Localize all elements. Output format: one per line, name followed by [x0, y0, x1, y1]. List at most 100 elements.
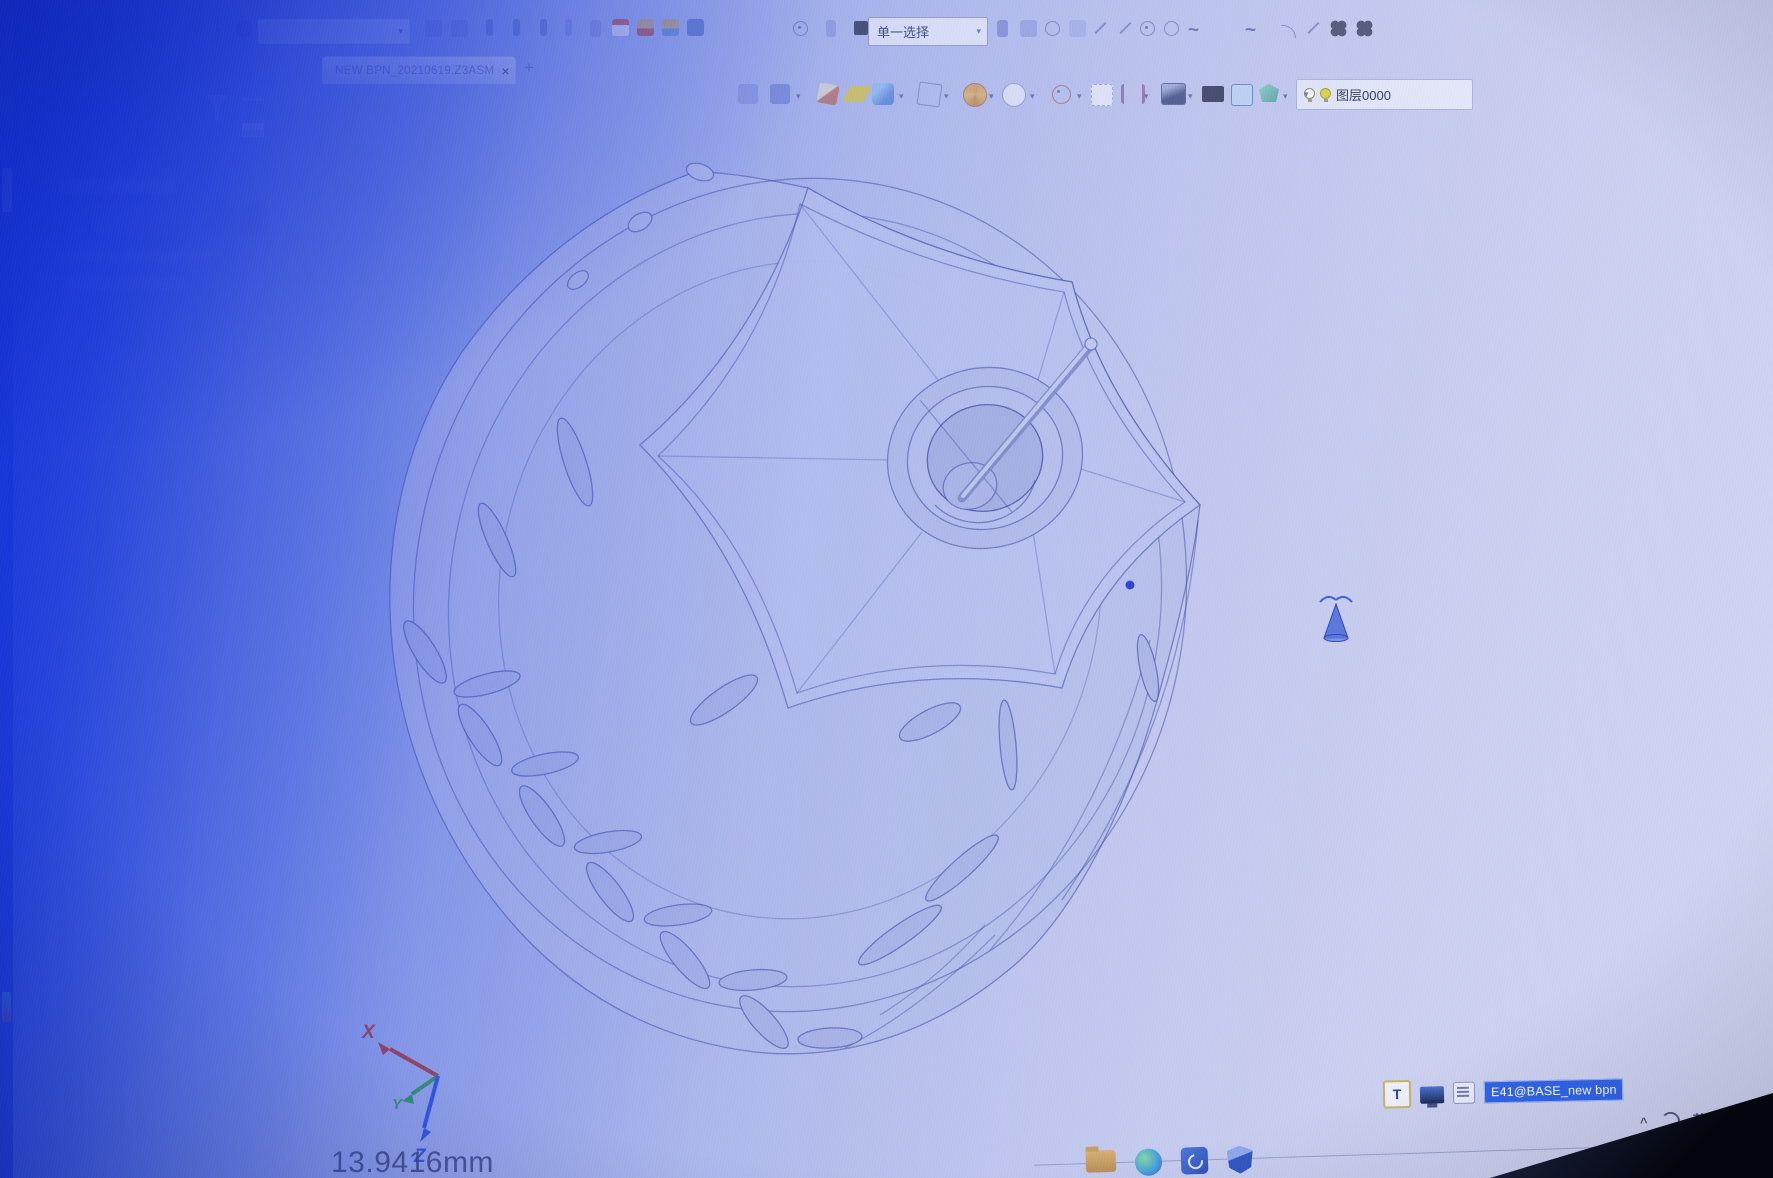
layer-combo[interactable]: 图层0000 ▾ [1296, 79, 1473, 110]
sketch-pencil-icon[interactable] [816, 82, 839, 105]
tree-row[interactable] [62, 250, 210, 263]
cube-caret-icon[interactable]: ▾ [899, 92, 904, 101]
arc-icon[interactable] [1280, 21, 1297, 38]
photo-glint [2, 992, 11, 1022]
monitor-display-icon[interactable] [1161, 83, 1186, 105]
blue-light-wash [0, 0, 1773, 1178]
dotted-rectangle-icon[interactable] [1091, 84, 1113, 106]
badge-19-icon[interactable] [687, 19, 704, 36]
list-view-icon[interactable] [242, 98, 264, 123]
vignette [0, 0, 1773, 1178]
template-combo[interactable]: ▾ [258, 19, 410, 44]
monitor-caret-icon[interactable]: ▾ [1188, 92, 1193, 101]
spline-2-icon[interactable]: ~ [1245, 26, 1256, 36]
selection-mode-combo[interactable]: 单一选择 ▾ [868, 17, 988, 46]
sync-red-dot-icon[interactable] [1660, 1111, 1680, 1131]
orient-cursor-icon[interactable] [770, 84, 790, 104]
tree-row[interactable] [62, 278, 188, 290]
shaded-sphere-orange-icon[interactable] [963, 83, 987, 107]
undo-view-icon[interactable] [738, 84, 758, 104]
printer-icon[interactable] [451, 20, 468, 37]
status-bar: T E41@BASE_new bpn [1383, 1075, 1623, 1108]
measure-readout: 13.9416mm [331, 1146, 494, 1178]
system-tray: ^ 英 [1640, 1108, 1763, 1131]
swatch-lightblue-icon[interactable] [1231, 84, 1253, 106]
pick-cursor-icon[interactable] [997, 20, 1008, 37]
history-clock-icon[interactable] [793, 21, 808, 36]
template-caret-icon: ▾ [398, 27, 403, 36]
line-icon[interactable] [1092, 20, 1109, 37]
selection-mode-value: 单一选择 [869, 22, 970, 41]
points-icon[interactable] [1069, 20, 1086, 37]
chamfer-flower-icon[interactable] [1356, 20, 1373, 37]
format-lines-icon[interactable] [425, 20, 442, 37]
polyline-icon[interactable] [1117, 20, 1134, 37]
sphere-caret-icon[interactable]: ▾ [989, 92, 994, 101]
pin-3-icon[interactable] [540, 19, 547, 36]
orient-caret-icon[interactable]: ▾ [796, 92, 801, 101]
pin-4-icon[interactable] [565, 19, 572, 36]
pin-1-icon[interactable] [486, 19, 493, 36]
monitor-icon[interactable] [1420, 1086, 1444, 1103]
app-logo-icon[interactable] [236, 20, 253, 37]
datum-plane-yellow-icon[interactable] [842, 86, 873, 102]
folder-red-icon[interactable] [637, 19, 654, 36]
silhouette-caret-icon[interactable]: ▾ [1030, 92, 1035, 101]
target-axis-icon[interactable] [1052, 85, 1071, 104]
lightbulb-on-icon[interactable] [1320, 88, 1331, 102]
isometric-caret-icon[interactable]: ▾ [1283, 92, 1288, 101]
layer-caret-icon[interactable]: ▾ [1304, 90, 1309, 99]
folder-blue-icon[interactable] [662, 19, 679, 36]
point-marker-dot [1126, 581, 1135, 590]
folder-icon[interactable] [1086, 1150, 1117, 1173]
document-tab-title: NEW BPN_20210619.Z3ASM [323, 65, 494, 77]
wireframe-caret-icon[interactable]: ▾ [944, 92, 949, 101]
silhouette-circle-icon[interactable] [1002, 83, 1026, 107]
isometric-teal-icon[interactable] [1259, 84, 1279, 102]
filter-funnel-icon[interactable] [205, 95, 229, 121]
spline-icon[interactable]: ~ [1188, 26, 1199, 36]
active-entity-field[interactable]: E41@BASE_new bpn [1484, 1078, 1623, 1103]
wireframe-cube-icon[interactable] [917, 82, 943, 108]
monitor-photo: X Y Z 13.9416mm ▾ ▾ 单一选择 ▾ [0, 0, 1773, 1178]
chevron-up-icon[interactable]: ^ [1640, 1114, 1648, 1129]
blue-swirl-app-icon[interactable] [1181, 1147, 1209, 1175]
triad-x-label: X [362, 1022, 375, 1044]
tab-close-icon[interactable]: × [494, 63, 516, 79]
target-caret-icon[interactable]: ▾ [1077, 92, 1082, 101]
snap-icon[interactable] [1020, 20, 1037, 37]
screen-moire-texture [0, 0, 1773, 1178]
text-tool-icon[interactable]: T [1383, 1080, 1412, 1109]
cursor-arrow-icon[interactable] [590, 20, 601, 37]
circle-center-icon[interactable] [1140, 21, 1155, 36]
align-caret-icon[interactable]: ▾ [1144, 92, 1149, 101]
cad-viewport-model [0, 0, 1773, 1178]
shield-app-icon[interactable] [1227, 1145, 1254, 1174]
globe-icon[interactable] [1719, 1111, 1735, 1127]
ime-language-icon[interactable]: 英 [1692, 1110, 1707, 1130]
solid-cube-blue-icon[interactable] [872, 83, 894, 105]
tree-row-selected[interactable] [92, 206, 264, 234]
align-bars-icon[interactable] [1121, 84, 1145, 104]
line-2-icon[interactable] [1305, 20, 1322, 37]
circle-icon[interactable] [1164, 21, 1179, 36]
pin-2-icon[interactable] [513, 19, 520, 36]
color-swatch-black-icon[interactable] [854, 21, 868, 35]
monitor-bezel-corner [1490, 1093, 1773, 1178]
list-lines-icon[interactable] [1453, 1082, 1475, 1104]
speaker-icon[interactable] [1748, 1110, 1762, 1126]
play-circle-icon[interactable] [1045, 21, 1060, 36]
knob-top-face [640, 188, 1200, 708]
quick-menu-caret-icon[interactable]: ▾ [216, 26, 221, 35]
tree-row[interactable] [58, 178, 176, 193]
shaft-pin [962, 338, 1097, 498]
round-app-icon[interactable] [1135, 1148, 1163, 1176]
taskbar-icons [1086, 1145, 1254, 1178]
new-tab-button[interactable]: + [524, 58, 534, 78]
document-red-icon[interactable] [612, 19, 629, 36]
document-tab[interactable]: NEW BPN_20210619.Z3ASM × [322, 56, 516, 84]
bracket-filter-icon[interactable] [826, 20, 836, 37]
fillet-flower-icon[interactable] [1330, 20, 1347, 37]
photo-left-edge [0, 0, 13, 1178]
swatch-black-icon[interactable] [1202, 86, 1224, 102]
